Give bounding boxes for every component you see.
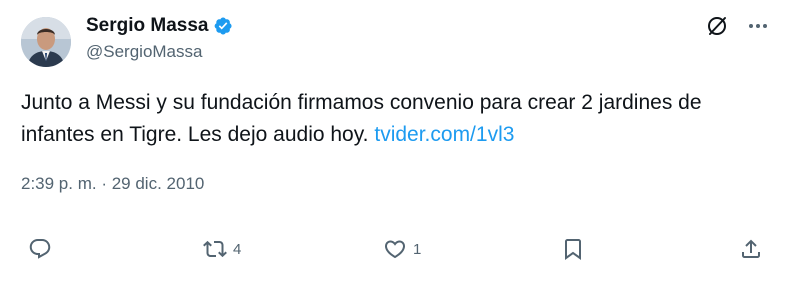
share-icon: [742, 239, 760, 258]
tweet-card: Sergio Massa @SergioMassa Junto a Messi …: [0, 0, 790, 283]
more-icon[interactable]: [746, 14, 770, 38]
heart-icon: [384, 240, 406, 259]
retweet-count: 4: [233, 240, 242, 258]
share-button[interactable]: [739, 231, 763, 267]
name-row: Sergio Massa: [86, 14, 233, 38]
tweet-date[interactable]: 29 dic. 2010: [112, 174, 205, 193]
avatar-image: [21, 17, 71, 67]
tweet-top-actions: [705, 14, 770, 38]
grok-icon[interactable]: [705, 14, 729, 38]
verified-badge-icon: [213, 16, 233, 36]
author-display-name[interactable]: Sergio Massa: [86, 15, 209, 37]
retweet-icon: [203, 240, 227, 258]
tweet-action-bar: 4 1: [0, 231, 790, 267]
author-handle[interactable]: @SergioMassa: [86, 42, 233, 62]
bookmark-button[interactable]: [561, 231, 585, 267]
reply-icon: [29, 239, 51, 259]
tweet-time[interactable]: 2:39 p. m.: [21, 174, 97, 193]
reply-button[interactable]: [28, 231, 58, 267]
timestamp-separator: ·: [96, 174, 112, 193]
tweet-body: Junto a Messi y su fundación firmamos co…: [21, 91, 702, 146]
like-button[interactable]: 1: [383, 231, 421, 267]
tweet-text: Junto a Messi y su fundación firmamos co…: [21, 87, 771, 151]
bookmark-icon: [565, 239, 581, 260]
avatar[interactable]: [21, 17, 71, 67]
author-info: Sergio Massa @SergioMassa: [86, 14, 233, 62]
like-count: 1: [413, 240, 422, 258]
retweet-button[interactable]: 4: [203, 231, 241, 267]
tweet-link[interactable]: tvider.com/1vl3: [374, 123, 514, 146]
tweet-timestamp: 2:39 p. m. · 29 dic. 2010: [21, 174, 204, 194]
